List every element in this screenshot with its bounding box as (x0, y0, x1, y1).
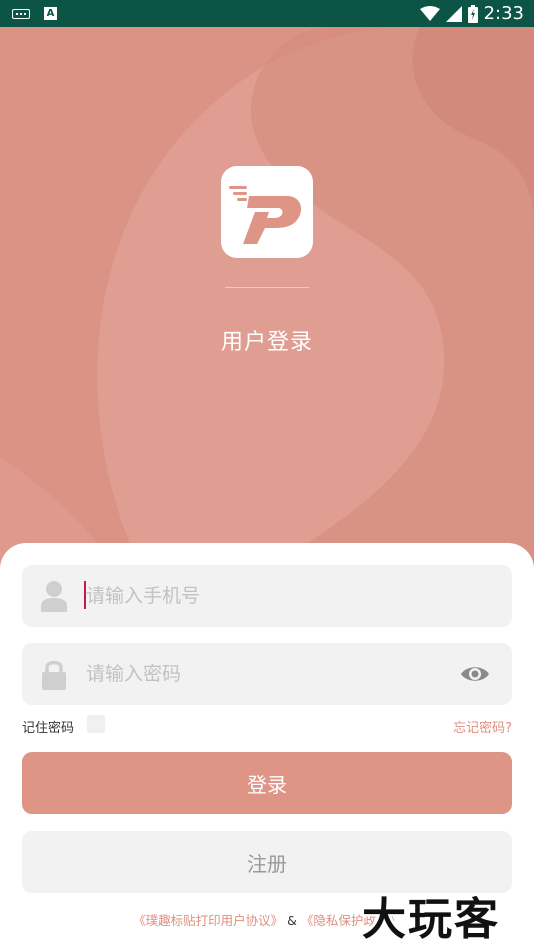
remember-label: 记住密码 (22, 721, 75, 736)
text-caret (84, 581, 86, 609)
phone-input[interactable] (84, 565, 452, 627)
status-time: 2:33 (483, 3, 524, 24)
eye-icon[interactable] (460, 663, 490, 685)
hero-banner: 用户登录 (0, 27, 534, 587)
app-logo-icon (221, 166, 313, 258)
status-left: A (12, 7, 57, 20)
remember-checkbox[interactable] (87, 715, 105, 733)
agreement-separator: & (287, 913, 297, 928)
page-title: 用户登录 (220, 330, 313, 355)
user-agreement-link[interactable]: 《璞趣标贴打印用户协议》 (133, 913, 283, 928)
logo-divider (225, 287, 309, 288)
lock-icon (42, 660, 66, 690)
password-input[interactable] (84, 643, 452, 705)
battery-icon (467, 4, 478, 23)
watermark: 大玩客 (362, 894, 500, 945)
a-badge-icon: A (44, 7, 57, 20)
status-right: 2:33 (419, 3, 524, 24)
forgot-password-link[interactable]: 忘记密码? (453, 717, 512, 736)
hero-decoration (0, 27, 534, 587)
password-field[interactable] (22, 643, 512, 705)
signal-icon (445, 5, 462, 22)
login-button[interactable]: 登录 (22, 752, 512, 814)
phone-field[interactable] (22, 565, 512, 627)
remember-row: 记住密码 忘记密码? (22, 714, 512, 736)
keyboard-icon (12, 8, 30, 19)
status-bar: A 2:33 (0, 0, 534, 27)
user-icon (41, 581, 67, 612)
wifi-icon (419, 5, 440, 21)
